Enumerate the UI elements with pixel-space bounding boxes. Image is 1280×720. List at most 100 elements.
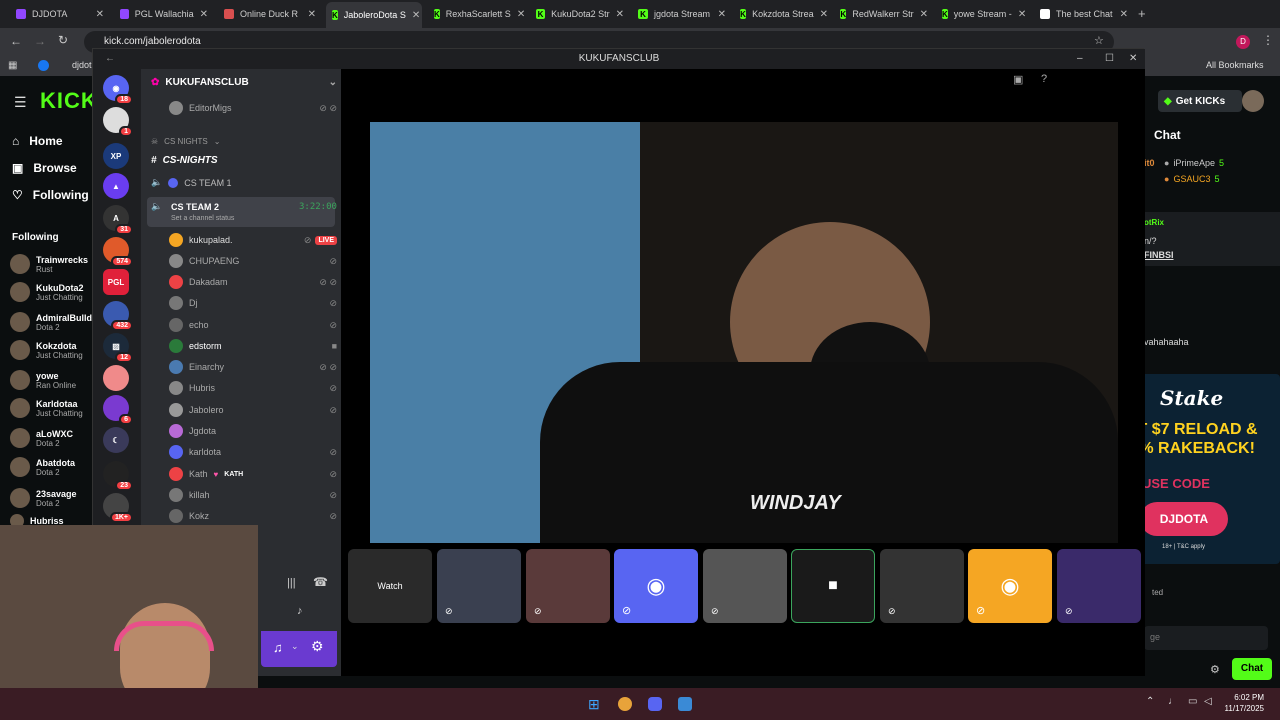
close-icon[interactable]: ✕ — [1018, 9, 1026, 20]
following-item[interactable]: Karldotaa Just Chatting — [10, 398, 83, 418]
server-icon[interactable]: 574 — [103, 237, 133, 267]
voice-member[interactable]: Einarchy ⊘ ⊘ — [169, 360, 337, 374]
participant-tile[interactable]: ◉ ⊘ — [968, 549, 1052, 623]
hangup-icon[interactable]: ☎ — [313, 575, 328, 589]
browser-tab[interactable]: PGL Wallachia ✕ — [114, 4, 214, 24]
clock-date[interactable]: 11/17/2025 — [1222, 704, 1264, 713]
close-icon[interactable]: ✕ — [308, 9, 316, 20]
voice-channel[interactable]: 🔈 CS TEAM 1 — [151, 177, 337, 188]
following-item[interactable]: 23savage Dota 2 — [10, 488, 77, 508]
chat-user-row[interactable]: ● iPrimeApe 5 — [1164, 158, 1224, 168]
apps-icon[interactable]: ▦ — [8, 60, 17, 71]
soundboard-icon[interactable]: ♪ — [297, 605, 303, 617]
voice-member[interactable]: Jabolero ⊘ — [169, 403, 337, 417]
chat-send-button[interactable]: Chat — [1232, 658, 1272, 680]
gear-icon[interactable]: ⚙ — [1210, 663, 1220, 676]
server-icon[interactable]: PGL — [103, 269, 129, 295]
participant-tile[interactable]: ⊘ — [526, 549, 610, 623]
following-item[interactable]: KukuDota2 Just Chatting — [10, 282, 84, 302]
network-icon[interactable]: ▭ — [1188, 696, 1197, 707]
server-icon[interactable]: 6 — [103, 395, 133, 425]
ad-code-button[interactable]: DJDOTA — [1140, 502, 1228, 536]
browser-tab[interactable]: Kjgdota Stream ✕ — [632, 4, 732, 24]
maximize-icon[interactable]: ☐ — [1105, 49, 1114, 69]
voice-member[interactable]: karldota ⊘ — [169, 445, 337, 459]
forward-icon[interactable]: → — [34, 34, 46, 48]
close-icon[interactable]: ✕ — [412, 10, 420, 21]
kick-logo[interactable]: KICK — [40, 88, 98, 114]
chevron-up-icon[interactable]: ⌃ — [1146, 696, 1154, 707]
nav-browse[interactable]: ▣ Browse — [12, 161, 77, 175]
voice-member[interactable]: Kath ♥ KATH ⊘ — [169, 467, 337, 481]
microphone-icon[interactable]: ♩ — [1168, 696, 1178, 707]
help-icon[interactable]: ? — [1041, 73, 1047, 85]
voice-member[interactable]: kukupalad. ⊘ LIVE — [169, 233, 337, 247]
chevron-down-icon[interactable]: ⌄ — [291, 641, 299, 652]
clock-time[interactable]: 6:02 PM — [1228, 693, 1264, 702]
participant-tile[interactable]: ⊘ — [1057, 549, 1141, 623]
following-item[interactable]: aLoWXC Dota 2 — [10, 428, 73, 448]
chat-user-row[interactable]: ● GSAUC3 5 — [1164, 174, 1219, 184]
back-icon[interactable]: ← — [10, 34, 22, 48]
server-header[interactable]: ✿ KUKUFANSCLUB ⌄ — [151, 77, 337, 88]
minimize-icon[interactable]: – — [1077, 49, 1083, 69]
server-icon[interactable] — [103, 365, 129, 391]
volume-icon[interactable]: ◁ — [1204, 696, 1212, 707]
voice-member[interactable]: Jgdota — [169, 424, 337, 438]
app-icon[interactable] — [678, 697, 692, 711]
close-icon[interactable]: ✕ — [820, 9, 828, 20]
discord-home-icon[interactable]: ◉ 18 — [103, 75, 133, 105]
sound-bars-icon[interactable]: ||| — [287, 577, 296, 589]
following-item[interactable]: AdmiralBulld Dota 2 — [10, 312, 92, 332]
browser-tab[interactable]: K KukuDota2 Str ✕ — [530, 4, 630, 24]
voice-member[interactable]: Hubris ⊘ — [169, 381, 337, 395]
menu-icon[interactable]: ⋮ — [1262, 33, 1274, 47]
browser-tab[interactable]: The best Chat ✕ — [1034, 4, 1134, 24]
participant-tile[interactable]: ◉ ⊘ — [614, 549, 698, 623]
profile-avatar[interactable]: D — [1236, 35, 1250, 49]
channel-status[interactable]: Set a channel status — [171, 215, 234, 222]
close-icon[interactable]: ✕ — [200, 9, 208, 20]
following-item[interactable]: yowe Ran Online — [10, 370, 76, 390]
voice-channel-active[interactable]: 🔈 CS TEAM 2 3:22:00 Set a channel status — [147, 197, 337, 227]
participant-tile[interactable]: ⊘ — [703, 549, 787, 623]
facebook-icon[interactable] — [38, 60, 49, 71]
category-header[interactable]: ☠ CS NIGHTS ⌄ — [151, 137, 337, 146]
chat-input[interactable]: ge — [1144, 626, 1268, 650]
following-item[interactable]: Trainwrecks Rust — [10, 254, 88, 274]
close-icon[interactable]: ✕ — [718, 9, 726, 20]
browser-tab[interactable]: K RexhaScarlett S ✕ — [428, 4, 528, 24]
close-icon[interactable]: ✕ — [96, 9, 104, 20]
browser-tab[interactable]: Online Duck R ✕ — [218, 4, 322, 24]
reload-icon[interactable]: ↻ — [58, 33, 68, 47]
close-icon[interactable]: ✕ — [920, 9, 928, 20]
all-bookmarks[interactable]: All Bookmarks — [1206, 60, 1264, 70]
server-icon[interactable]: ☾ — [103, 427, 129, 453]
popout-icon[interactable]: ▣ — [1013, 73, 1023, 86]
close-icon[interactable]: ✕ — [1120, 9, 1128, 20]
new-tab-button[interactable]: + — [1138, 6, 1146, 21]
chrome-icon[interactable] — [618, 697, 632, 711]
server-icon[interactable]: ▨ 12 — [103, 333, 133, 363]
server-icon[interactable]: 23 — [103, 461, 133, 491]
close-icon[interactable]: ✕ — [1129, 49, 1137, 69]
participant-tile[interactable]: ⊘ — [880, 549, 964, 623]
user-avatar[interactable] — [1242, 90, 1264, 112]
windows-start-icon[interactable]: ⊞ — [588, 696, 600, 713]
browser-tab-active[interactable]: K JaboleroDota S ✕ — [326, 2, 422, 28]
voice-member[interactable]: Kokz ⊘ — [169, 509, 337, 523]
server-icon[interactable]: ▲ — [103, 173, 129, 199]
browser-tab[interactable]: Kyowe Stream - ✕ — [936, 4, 1032, 24]
bookmark-item[interactable]: djdot — [72, 60, 92, 70]
watch-tile[interactable]: Watch — [348, 549, 432, 623]
voice-member[interactable]: EditorMigs ⊘ ⊘ — [169, 101, 337, 115]
server-icon[interactable]: 1 — [103, 107, 133, 137]
star-icon[interactable]: ☆ — [1094, 34, 1104, 47]
gear-icon[interactable]: ⚙ — [311, 638, 324, 655]
server-icon[interactable]: XP — [103, 143, 129, 169]
browser-tab[interactable]: K Kokzdota Strea ✕ — [734, 4, 834, 24]
following-item[interactable]: Kokzdota Just Chatting — [10, 340, 83, 360]
headphones-icon[interactable]: ♫ — [273, 640, 283, 655]
stream-video[interactable]: WINDJAY — [370, 122, 1118, 543]
get-kicks-button[interactable]: ◆ Get KICKs — [1158, 90, 1242, 112]
